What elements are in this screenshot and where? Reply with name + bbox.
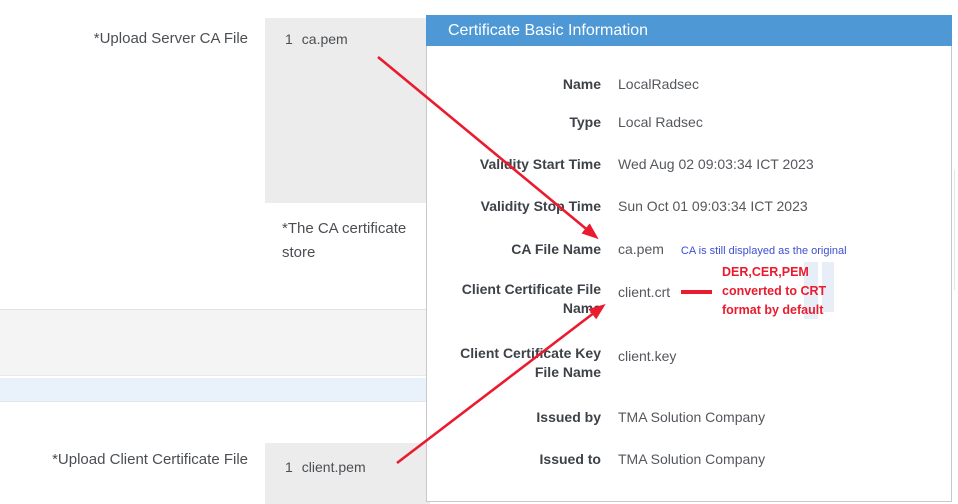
field-value: Sun Oct 01 09:03:34 ICT 2023	[618, 197, 808, 216]
field-row-validity-stop: Validity Stop Time Sun Oct 01 09:03:34 I…	[427, 197, 951, 216]
field-row-validity-start: Validity Start Time Wed Aug 02 09:03:34 …	[427, 155, 951, 174]
crt-conversion-note: DER,CER,PEM converted to CRT format by d…	[722, 263, 842, 320]
certificate-info-panel: Certificate Basic Information Name Local…	[426, 15, 952, 502]
field-value: LocalRadsec	[618, 75, 699, 94]
server-ca-file-count: 1	[285, 31, 293, 47]
field-label: Name	[427, 75, 601, 94]
server-ca-upload-box[interactable]: 1 ca.pem	[265, 18, 430, 203]
field-value: TMA Solution Company	[618, 408, 765, 427]
field-label: Client Certificate File Name	[427, 280, 601, 318]
field-row-issued-to: Issued to TMA Solution Company	[427, 450, 951, 469]
field-value: TMA Solution Company	[618, 450, 765, 469]
field-value: ca.pem CA is still displayed as the origi…	[618, 240, 847, 261]
server-ca-file-name: ca.pem	[302, 31, 348, 47]
scrollbar-track[interactable]	[954, 170, 955, 290]
field-row-name: Name LocalRadsec	[427, 75, 951, 94]
field-label: Type	[427, 113, 601, 132]
field-label: CA File Name	[427, 240, 601, 259]
field-row-issued-by: Issued by TMA Solution Company	[427, 408, 951, 427]
form-row-band-blue	[0, 378, 430, 402]
ca-file-name-value: ca.pem	[618, 241, 664, 257]
ca-store-note-line2: store	[282, 241, 432, 265]
client-cert-label: *Upload Client Certificate File	[0, 451, 248, 468]
field-label: Issued to	[427, 450, 601, 469]
ca-store-note: *The CA certificate store	[282, 217, 432, 265]
field-row-client-cert-file: Client Certificate File Name client.crt	[427, 280, 951, 318]
field-value: client.crt	[618, 283, 670, 302]
client-cert-upload-box[interactable]: 1 client.pem	[265, 443, 430, 504]
field-row-client-cert-key: Client Certificate Key File Name client.…	[427, 344, 951, 382]
field-row-type: Type Local Radsec	[427, 113, 951, 132]
form-row-band-gray	[0, 309, 430, 376]
field-value: Wed Aug 02 09:03:34 ICT 2023	[618, 155, 814, 174]
client-cert-file-count: 1	[285, 459, 293, 475]
field-label: Validity Start Time	[427, 155, 601, 174]
ca-store-note-line1: *The CA certificate	[282, 217, 432, 241]
field-value: client.key	[618, 347, 676, 366]
field-label: Issued by	[427, 408, 601, 427]
field-label: Client Certificate Key File Name	[427, 344, 601, 382]
field-value: Local Radsec	[618, 113, 703, 132]
client-cert-file-name: client.pem	[302, 459, 366, 475]
server-ca-label: *Upload Server CA File	[0, 30, 248, 47]
field-label: Validity Stop Time	[427, 197, 601, 216]
panel-title: Certificate Basic Information	[426, 15, 952, 46]
ca-file-name-annotation: CA is still displayed as the original	[681, 245, 847, 257]
field-row-ca-file-name: CA File Name ca.pem CA is still displayed…	[427, 240, 951, 261]
